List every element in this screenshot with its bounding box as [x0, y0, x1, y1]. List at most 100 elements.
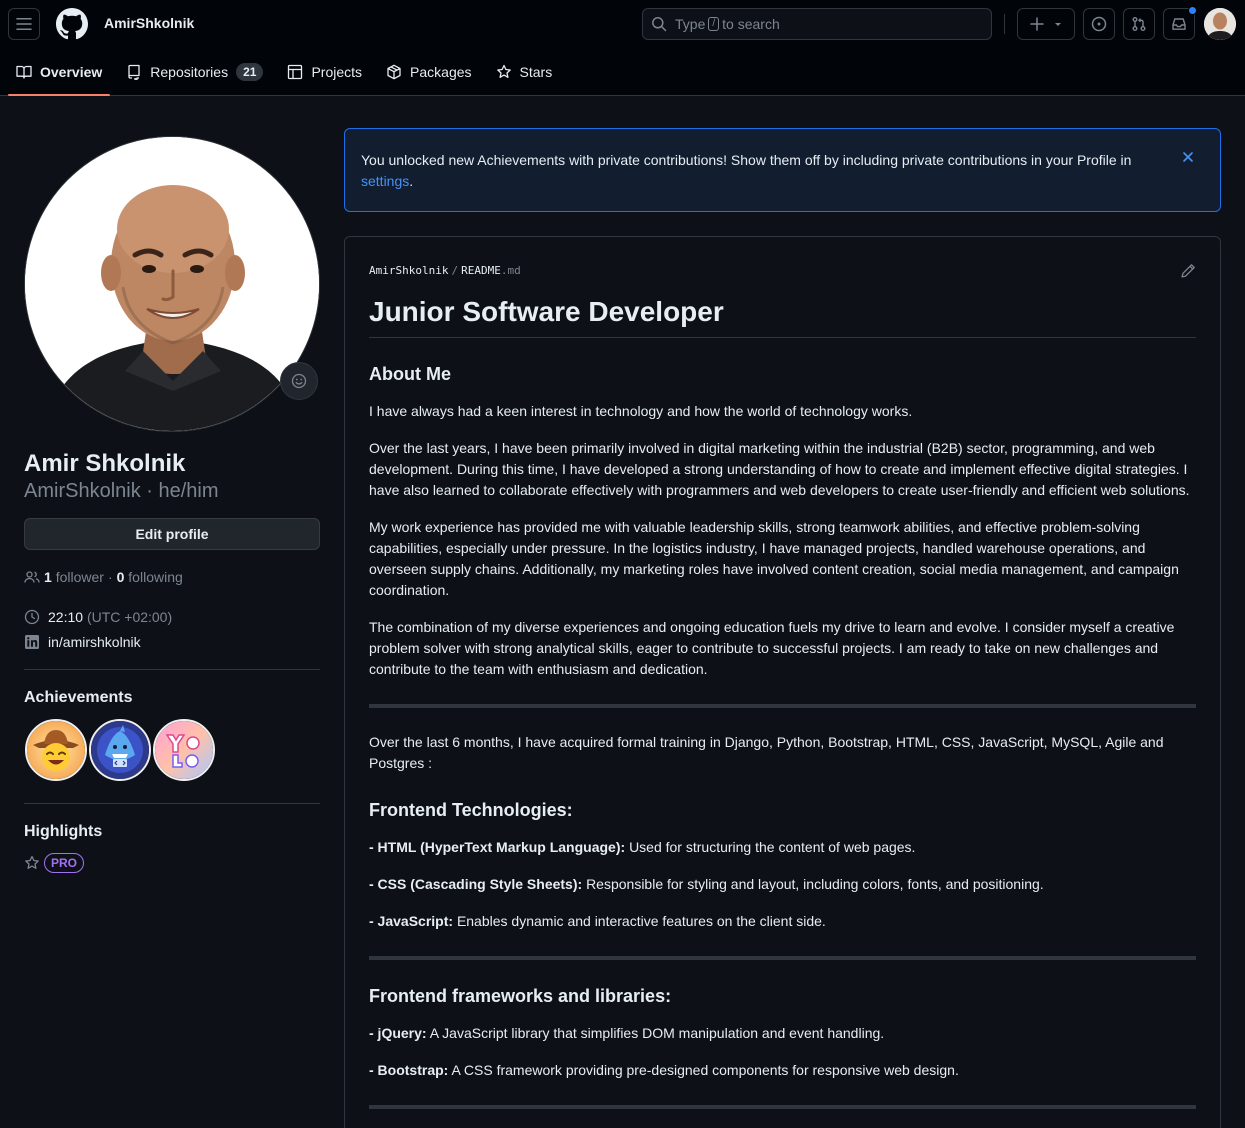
section-rule	[369, 956, 1196, 960]
notification-indicator	[1188, 6, 1197, 15]
achievement-yolo-badge[interactable]	[153, 719, 215, 781]
create-new-button[interactable]	[1017, 8, 1075, 40]
issue-opened-icon	[1091, 16, 1107, 32]
time-value: 22:10	[48, 609, 84, 625]
tab-label: Packages	[410, 64, 472, 80]
search-suffix: to search	[722, 16, 780, 32]
tab-packages[interactable]: Packages	[378, 48, 479, 96]
profile-avatar[interactable]	[24, 136, 320, 432]
context-username[interactable]: AmirShkolnik	[104, 15, 194, 31]
follow-stats: 1 follower · 0 following	[24, 569, 183, 585]
star-icon	[25, 855, 39, 869]
set-status-button[interactable]	[280, 362, 318, 400]
hamburger-icon	[16, 18, 32, 30]
sidebar-divider	[24, 669, 320, 670]
about-paragraph: The combination of my diverse experience…	[369, 619, 1175, 677]
following-link[interactable]: 0 following	[117, 569, 183, 585]
flash-message: You unlocked new Achievements with priva…	[361, 152, 1132, 168]
clock-icon	[24, 609, 40, 625]
frontend-item: - JavaScript: Enables dynamic and intera…	[369, 911, 1196, 932]
followers-link[interactable]: 1 follower	[44, 569, 104, 585]
profile-login-line: AmirShkolnik · he/him	[24, 480, 219, 503]
repo-count-badge: 21	[236, 63, 264, 81]
linkedin-handle: in/amirshkolnik	[48, 634, 141, 650]
tab-stars[interactable]: Stars	[488, 48, 561, 96]
pro-badge[interactable]: PRO	[44, 853, 85, 873]
book-icon	[16, 65, 32, 79]
tab-label: Stars	[519, 64, 553, 80]
framework-item: - Bootstrap: A CSS framework providing p…	[369, 1060, 1196, 1081]
search-shortcut-key: /	[708, 17, 720, 31]
local-time: 22:10 (UTC +02:00)	[24, 609, 172, 625]
avatar-photo	[25, 137, 319, 431]
achievements-heading[interactable]: Achievements	[24, 689, 133, 707]
readme-path-user[interactable]: AmirShkolnik	[369, 264, 448, 277]
item-term: - CSS (Cascading Style Sheets):	[369, 876, 583, 892]
readme-content: Junior Software Developer About Me I hav…	[369, 296, 1196, 1109]
tab-projects[interactable]: Projects	[279, 48, 370, 96]
search-icon	[652, 17, 667, 32]
social-link-linkedin[interactable]: in/amirshkolnik	[24, 634, 141, 650]
about-paragraph: I have always had a keen interest in tec…	[369, 403, 913, 419]
readme-path-file[interactable]: README.md	[461, 264, 521, 277]
triangle-down-icon	[1055, 23, 1061, 26]
pull-requests-button[interactable]	[1123, 8, 1155, 40]
settings-link[interactable]: settings	[361, 173, 409, 189]
item-term: - jQuery:	[369, 1025, 427, 1041]
following-label: following	[128, 569, 183, 585]
tab-overview[interactable]: Overview	[8, 48, 111, 96]
inbox-icon	[1172, 18, 1186, 30]
table-icon	[288, 64, 303, 80]
section-rule	[369, 704, 1196, 708]
pencil-icon[interactable]	[1180, 263, 1196, 279]
package-icon	[387, 64, 401, 80]
profile-login: AmirShkolnik	[24, 480, 141, 502]
inbox-button[interactable]	[1163, 6, 1197, 40]
profile-readme: AmirShkolnik / README.md Junior Software…	[344, 236, 1221, 1128]
yolo-badge-icon	[155, 721, 213, 779]
search-input[interactable]: Type / to search	[642, 8, 992, 40]
tab-label: Repositories	[150, 64, 229, 80]
star-icon	[496, 64, 511, 78]
flash-period: .	[409, 173, 414, 189]
about-paragraph: My work experience has provided me with …	[369, 519, 1179, 598]
achievements-flash-banner: You unlocked new Achievements with priva…	[344, 128, 1221, 212]
avatar	[1204, 8, 1236, 40]
achievement-cowboy-badge[interactable]	[25, 719, 87, 781]
close-icon[interactable]	[1180, 149, 1196, 165]
github-logo-icon[interactable]	[56, 8, 88, 40]
cowboy-badge-icon	[27, 721, 85, 779]
item-term: - Bootstrap:	[369, 1062, 449, 1078]
frameworks-heading: Frontend frameworks and libraries:	[369, 986, 672, 1006]
sidebar-divider	[24, 803, 320, 804]
header-divider	[1004, 14, 1005, 34]
frontend-item: - CSS (Cascading Style Sheets): Responsi…	[369, 874, 1196, 895]
followers-count: 1	[44, 569, 52, 585]
edit-profile-button[interactable]: Edit profile	[24, 518, 320, 550]
linkedin-icon	[25, 635, 39, 649]
item-desc: Enables dynamic and interactive features…	[456, 913, 826, 929]
plus-icon	[1030, 17, 1044, 31]
about-heading: About Me	[369, 364, 451, 384]
readme-title: Junior Software Developer	[369, 296, 1196, 338]
readme-path: AmirShkolnik / README.md	[369, 264, 1196, 277]
item-desc: A JavaScript library that simplifies DOM…	[429, 1025, 885, 1041]
search-prefix: Type	[675, 16, 706, 32]
readme-path-separator: /	[451, 264, 459, 277]
user-avatar-menu[interactable]	[1204, 8, 1236, 40]
section-rule	[369, 1105, 1196, 1109]
git-pull-request-icon	[1132, 17, 1146, 31]
top-header: AmirShkolnik Type / to search Overview R…	[0, 0, 1245, 96]
tab-repositories[interactable]: Repositories 21	[118, 48, 271, 96]
issues-button[interactable]	[1083, 8, 1115, 40]
readme-file-name: README	[461, 264, 501, 277]
item-desc: Used for structuring the content of web …	[629, 839, 916, 855]
menu-button[interactable]	[8, 8, 40, 40]
separator-dot: ·	[107, 569, 113, 585]
separator-dot: ·	[146, 480, 159, 502]
achievement-shark-badge[interactable]	[89, 719, 151, 781]
profile-full-name: Amir Shkolnik	[24, 450, 186, 477]
pro-highlight: PRO	[24, 853, 85, 873]
followers-label: follower	[55, 569, 104, 585]
tab-label: Overview	[40, 64, 103, 80]
